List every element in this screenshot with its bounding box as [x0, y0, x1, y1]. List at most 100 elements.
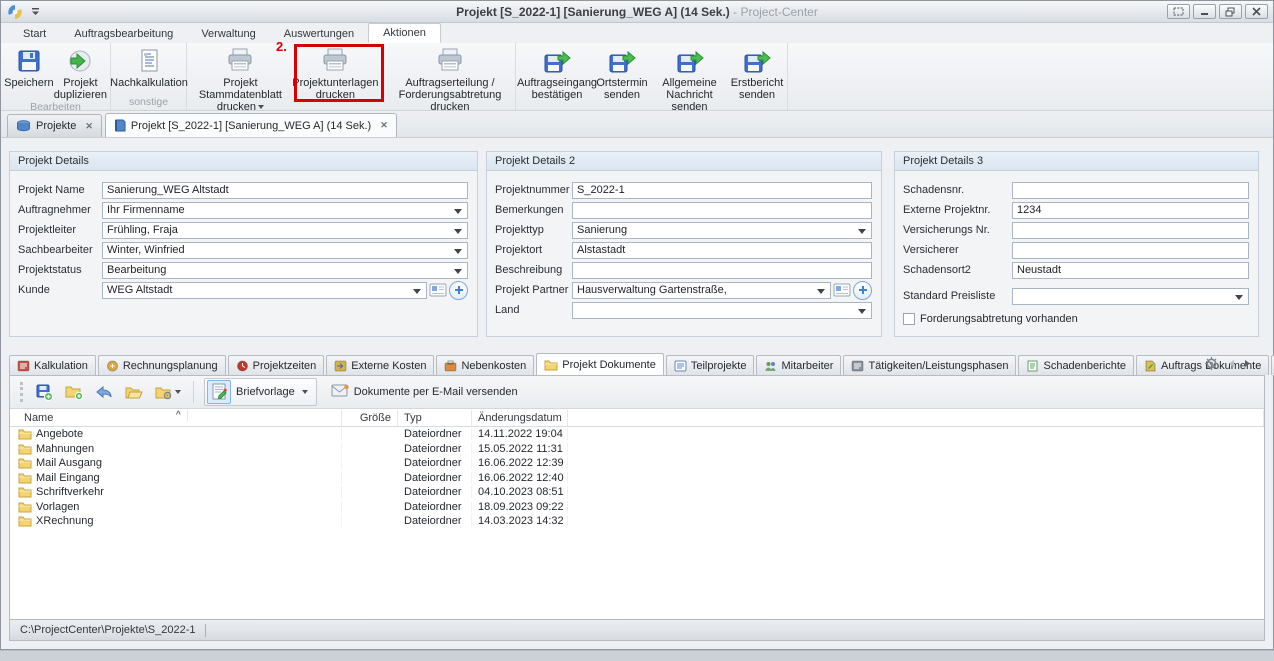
land-combo[interactable]	[572, 302, 872, 319]
fullscreen-button[interactable]	[1167, 4, 1190, 19]
tab-settings-gear-icon[interactable]	[1204, 356, 1219, 374]
tab-scroll-right-icon[interactable]	[1244, 359, 1251, 371]
restore-button[interactable]	[1219, 4, 1242, 19]
add-folder-button[interactable]	[63, 381, 85, 403]
tab-projekt-dokumente[interactable]: Projekt Dokumente	[536, 353, 664, 375]
allgemeine-nachricht-button[interactable]: Allgemeine Nachricht senden	[649, 44, 730, 113]
column-aenderungsdatum[interactable]: Änderungsdatum	[472, 410, 568, 426]
contact-card-icon[interactable]	[833, 283, 851, 297]
tab-taetigkeiten[interactable]: Tätigkeiten/Leistungsphasen	[843, 355, 1016, 375]
documents-toolbar: Briefvorlage Dokumente per E-Mail versen…	[10, 376, 1264, 409]
email-versenden-button[interactable]: Dokumente per E-Mail versenden	[325, 384, 524, 400]
dropdown-arrow-icon	[258, 105, 264, 109]
rechnungsplanung-icon	[106, 360, 119, 372]
doctab-projekte[interactable]: Projekte ✕	[7, 114, 102, 137]
auftragseingang-label: Auftragseingang bestätigen	[517, 77, 597, 101]
versicherer-input[interactable]	[1012, 242, 1249, 259]
sachbearbeiter-combo[interactable]: Winter, Winfried	[102, 242, 468, 259]
group-label-sonstige: sonstige Aufga...	[111, 96, 186, 110]
projektort-input[interactable]: Alstastadt	[572, 242, 872, 259]
table-row[interactable]: Mail Ausgang Dateiordner 16.06.2022 12:3…	[10, 456, 1264, 471]
auftragnehmer-combo[interactable]: Ihr Firmenname	[102, 202, 468, 219]
projekt-dokumente-icon	[544, 359, 558, 371]
ortstermin-button[interactable]: Ortstermin senden	[595, 44, 649, 101]
contact-card-icon[interactable]	[429, 283, 447, 297]
file-name: Vorlagen	[36, 501, 79, 513]
table-row[interactable]: Vorlagen Dateiordner 18.09.2023 09:22	[10, 500, 1264, 515]
tab-projektzeiten[interactable]: Projektzeiten	[228, 355, 325, 375]
panel-title: Projekt Details 3	[895, 152, 1258, 171]
nachkalkulation-button[interactable]: Nachkalkulation	[114, 44, 184, 89]
tab-teilprojekte[interactable]: Teilprojekte	[666, 355, 755, 375]
ribbon-group-sonstige: Nachkalkulation sonstige Aufga...	[111, 43, 187, 110]
minimize-button[interactable]	[1193, 4, 1216, 19]
stammdatenblatt-drucken-button[interactable]: Projekt Stammdatenblatt drucken	[190, 44, 291, 113]
projects-icon	[16, 120, 31, 132]
add-document-button[interactable]	[33, 381, 55, 403]
close-tab-icon[interactable]: ✕	[81, 121, 93, 132]
tab-start[interactable]: Start	[9, 25, 60, 43]
tab-rechnungsplanung[interactable]: Rechnungsplanung	[98, 355, 226, 375]
close-button[interactable]	[1245, 4, 1268, 19]
tab-schadenberichte[interactable]: Schadenberichte	[1018, 355, 1134, 375]
projektstatus-combo[interactable]: Bearbeitung	[102, 262, 468, 279]
projekt-duplizieren-button[interactable]: Projekt duplizieren	[54, 44, 107, 101]
tab-aktionen[interactable]: Aktionen	[368, 23, 441, 43]
kunde-combo[interactable]: WEG Altstadt	[102, 282, 427, 299]
tab-externe-kosten[interactable]: Externe Kosten	[326, 355, 434, 375]
toolbar-grip[interactable]	[20, 382, 23, 402]
field-label: Projektleiter	[10, 224, 102, 236]
detail-tab-bar: Kalkulation Rechnungsplanung Projektzeit…	[9, 353, 1265, 375]
table-row[interactable]: XRechnung Dateiordner 14.03.2023 14:32	[10, 514, 1264, 529]
forderungsabtretung-checkbox[interactable]	[903, 313, 915, 325]
table-row[interactable]: Mail Eingang Dateiordner 16.06.2022 12:4…	[10, 471, 1264, 486]
schadenberichte-icon	[1026, 360, 1039, 372]
open-folder-button[interactable]	[123, 381, 145, 403]
schadensort2-input[interactable]: Neustadt	[1012, 262, 1249, 279]
erstbericht-button[interactable]: Erstbericht senden	[730, 44, 784, 101]
projektleiter-combo[interactable]: Frühling, Fraja	[102, 222, 468, 239]
externe-projektnr-input[interactable]: 1234	[1012, 202, 1249, 219]
auftragseingang-button[interactable]: Auftragseingang bestätigen	[519, 44, 595, 101]
projektnummer-input[interactable]: S_2022-1	[572, 182, 872, 199]
table-row[interactable]: Mahnungen Dateiordner 15.05.2022 11:31	[10, 442, 1264, 457]
app-window: Projekt [S_2022-1] [Sanierung_WEG A] (14…	[0, 0, 1274, 650]
doctab-projekt-aktuell[interactable]: Projekt [S_2022-1] [Sanierung_WEG A] (14…	[105, 113, 397, 137]
tab-auftragsbearbeitung[interactable]: Auftragsbearbeitung	[60, 25, 187, 43]
tab-scroll-left-icon[interactable]	[1228, 359, 1235, 371]
field-label: Externe Projektnr.	[895, 204, 1012, 216]
close-tab-icon[interactable]: ✕	[376, 120, 388, 131]
table-row[interactable]: Angebote Dateiordner 14.11.2022 19:04	[10, 427, 1264, 442]
schadensnr-input[interactable]	[1012, 182, 1249, 199]
tab-mitarbeiter[interactable]: Mitarbeiter	[756, 355, 841, 375]
column-groesse[interactable]: Größe	[342, 410, 398, 426]
tab-verwaltung[interactable]: Verwaltung	[187, 25, 269, 43]
client-area: Projekt Details Projekt NameSanierung_WE…	[1, 138, 1273, 649]
folder-icon	[18, 501, 32, 513]
ribbon-tab-bar: Start Auftragsbearbeitung Verwaltung Aus…	[1, 23, 1273, 43]
back-arrow-button[interactable]	[93, 381, 115, 403]
add-partner-button[interactable]	[853, 281, 872, 300]
field-label: Auftragnehmer	[10, 204, 102, 216]
projekt-name-input[interactable]: Sanierung_WEG Altstadt	[102, 182, 468, 199]
folder-options-button[interactable]	[153, 381, 183, 403]
standard-preisliste-combo[interactable]	[1012, 288, 1249, 305]
column-typ[interactable]: Typ	[398, 410, 472, 426]
briefvorlage-button[interactable]: Briefvorlage	[204, 378, 317, 406]
table-row[interactable]: Schriftverkehr Dateiordner 04.10.2023 08…	[10, 485, 1264, 500]
documents-status-bar: C:\ProjectCenter\Projekte\S_2022-1	[10, 619, 1264, 640]
add-kunde-button[interactable]	[449, 281, 468, 300]
beschreibung-input[interactable]	[572, 262, 872, 279]
taetigkeiten-icon	[851, 360, 864, 372]
auftragserteilung-drucken-button[interactable]: Auftragserteilung / Forderungsabtretung …	[388, 44, 512, 113]
speichern-button[interactable]: Speichern	[4, 44, 54, 89]
tab-kalkulation[interactable]: Kalkulation	[9, 355, 96, 375]
projekt-partner-combo[interactable]: Hausverwaltung Gartenstraße,	[572, 282, 831, 299]
tab-nebenkosten[interactable]: Nebenkosten	[436, 355, 534, 375]
nachkalkulation-label: Nachkalkulation	[110, 77, 188, 89]
sort-ascending-icon: ^	[170, 410, 188, 421]
projekt-duplizieren-label: Projekt duplizieren	[54, 77, 107, 101]
projekttyp-combo[interactable]: Sanierung	[572, 222, 872, 239]
versicherungs-nr-input[interactable]	[1012, 222, 1249, 239]
bemerkungen-input[interactable]	[572, 202, 872, 219]
